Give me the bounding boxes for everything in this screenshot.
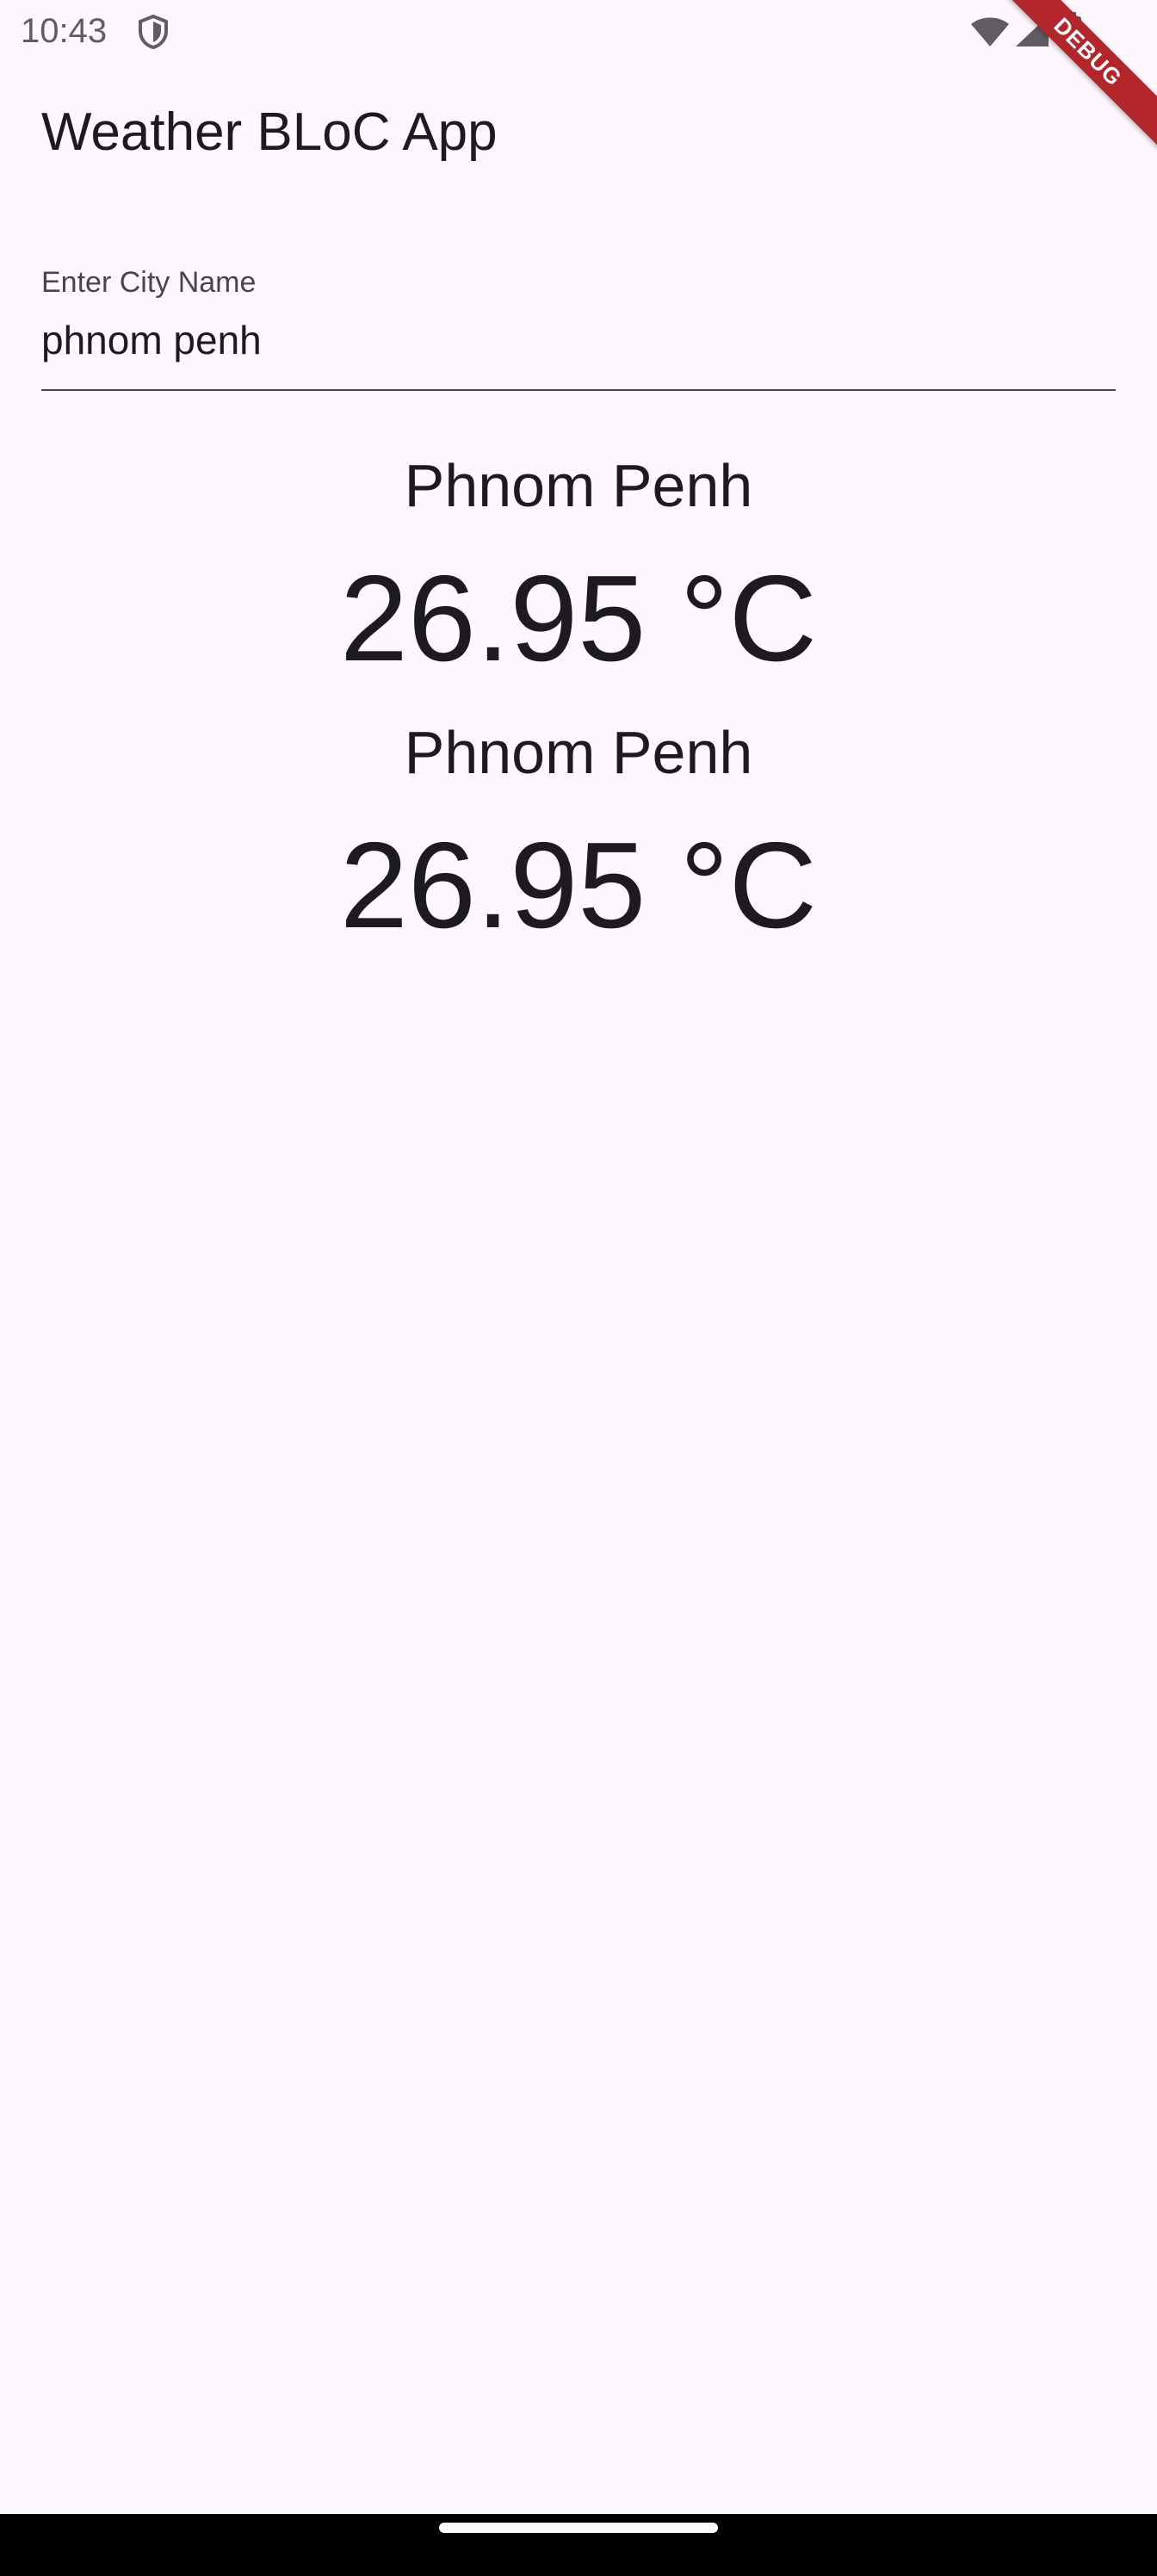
temperature: 26.95 °C xyxy=(339,817,818,954)
city-name: Phnom Penh xyxy=(404,452,753,519)
city-name: Phnom Penh xyxy=(404,719,753,786)
shield-icon xyxy=(139,14,168,50)
app-bar-title: Weather BLoC App xyxy=(41,102,498,162)
status-time: 10:43 xyxy=(21,12,108,50)
temperature: 26.95 °C xyxy=(339,550,818,687)
screen: 10:43 DEBUG Weather BLoC App Enter City … xyxy=(0,0,1157,2576)
status-bar: 10:43 xyxy=(0,0,1157,62)
city-field-underline xyxy=(41,389,1116,391)
home-indicator[interactable] xyxy=(439,2523,718,2533)
weather-results: Phnom Penh 26.95 °C Phnom Penh 26.95 °C xyxy=(0,441,1157,975)
wifi-icon xyxy=(971,17,1009,46)
city-input[interactable] xyxy=(41,310,1116,370)
city-field-label: Enter City Name xyxy=(41,266,257,299)
